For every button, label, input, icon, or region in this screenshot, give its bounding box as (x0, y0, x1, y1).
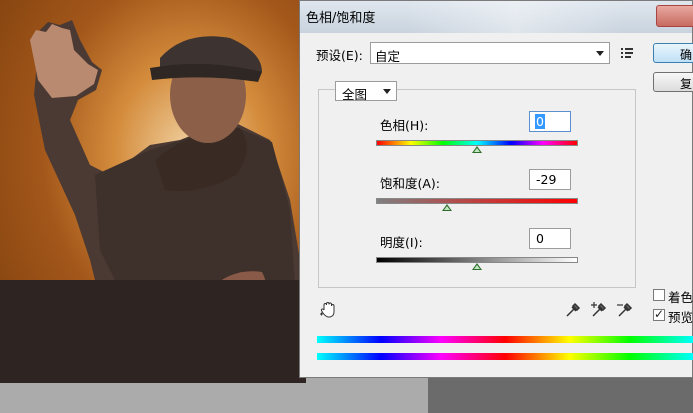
preset-label: 预设(E): (316, 48, 363, 63)
reset-button[interactable]: 复 (653, 72, 693, 92)
eyedropper-minus-icon[interactable] (616, 301, 634, 319)
saturation-slider-thumb[interactable] (442, 204, 452, 211)
chevron-down-icon (596, 51, 604, 56)
preview-checkbox[interactable] (653, 307, 665, 321)
preview-label: 预览 (668, 310, 693, 325)
lightness-slider-thumb[interactable] (472, 263, 482, 270)
hand-adjust-icon[interactable] (320, 301, 338, 319)
lightness-input[interactable]: 0 (529, 228, 571, 249)
photo (0, 0, 306, 383)
result-color-bar (317, 353, 693, 360)
preset-value: 自定 (375, 49, 401, 64)
dialog-title: 色相/饱和度 (306, 11, 376, 26)
hue-label: 色相(H): (380, 118, 429, 133)
lightness-value: 0 (536, 231, 544, 246)
close-button[interactable] (656, 5, 693, 27)
photo-wall (0, 280, 306, 383)
colorize-label: 着色 (668, 290, 693, 305)
saturation-slider-track[interactable] (376, 198, 578, 204)
edit-range-dropdown[interactable]: 全图 (335, 81, 397, 102)
ok-label: 确 (680, 48, 693, 62)
hue-input[interactable]: 0 (529, 111, 571, 132)
ok-button[interactable]: 确 (653, 43, 693, 63)
saturation-input[interactable]: -29 (529, 169, 571, 190)
titlebar-glare (405, 1, 625, 33)
saturation-value: -29 (536, 172, 557, 187)
hue-value: 0 (535, 114, 545, 129)
saturation-label: 饱和度(A): (380, 176, 441, 191)
eyedropper-icon[interactable] (564, 301, 582, 319)
edit-range-value: 全图 (342, 87, 368, 102)
dialog-titlebar[interactable]: 色相/饱和度 (300, 1, 693, 33)
reset-label: 复 (680, 77, 693, 91)
eyedropper-plus-icon[interactable] (590, 301, 608, 319)
hue-slider-thumb[interactable] (472, 146, 482, 153)
hue-saturation-dialog: 色相/饱和度 预设(E): 自定 确 复 全图 色相(H): 0 饱和度(A):… (299, 0, 693, 378)
source-color-bar (317, 336, 693, 343)
lightness-label: 明度(I): (380, 235, 423, 250)
preset-menu-icon[interactable] (621, 46, 635, 60)
colorize-checkbox[interactable] (653, 289, 665, 301)
preset-dropdown[interactable]: 自定 (370, 42, 610, 64)
chevron-down-icon (383, 89, 391, 94)
